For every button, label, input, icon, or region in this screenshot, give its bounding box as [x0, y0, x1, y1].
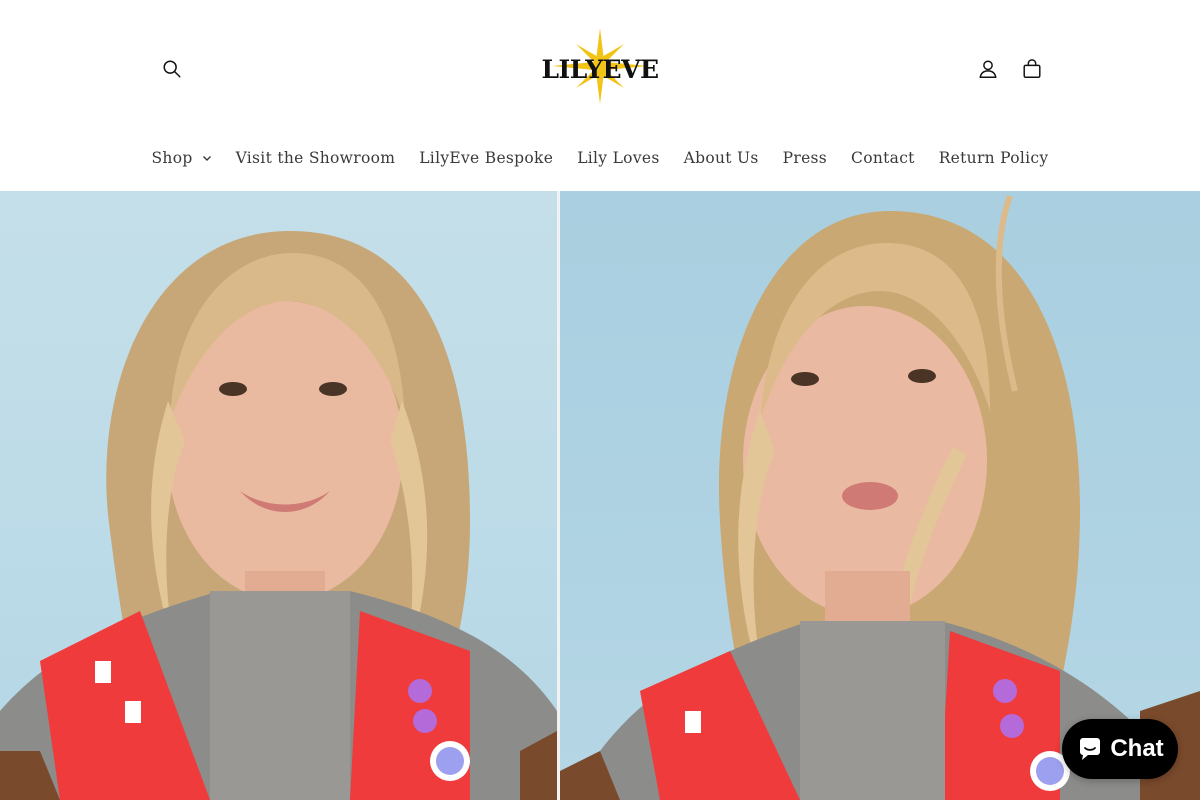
site-header: LILYEVE Shop Visit the Showroom LilyEve …: [0, 0, 1200, 191]
hero-image-left[interactable]: [0, 191, 557, 800]
model-photo-left: [0, 231, 557, 800]
nav-item-contact[interactable]: Contact: [839, 149, 927, 167]
nav-item-label: Contact: [851, 149, 915, 167]
nav-item-label: Press: [782, 149, 828, 167]
hero-banner: [0, 191, 1200, 800]
cart-button[interactable]: [1010, 47, 1054, 91]
nav-item-about-us[interactable]: About Us: [672, 149, 771, 167]
model-photo-right: [560, 194, 1200, 800]
nav-item-press[interactable]: Press: [771, 149, 839, 167]
nav-item-lilyeve-bespoke[interactable]: LilyEve Bespoke: [407, 149, 565, 167]
chat-button[interactable]: Chat: [1062, 719, 1178, 779]
account-icon: [979, 60, 997, 78]
nav-item-label: Shop: [151, 149, 193, 167]
chat-bubble-icon: [1080, 738, 1101, 760]
nav-item-return-policy[interactable]: Return Policy: [927, 149, 1061, 167]
lilyeve-logo[interactable]: LILYEVE: [528, 28, 672, 104]
chat-label: Chat: [1110, 735, 1164, 762]
nav-item-visit-the-showroom[interactable]: Visit the Showroom: [224, 149, 408, 167]
nav-item-label: Return Policy: [938, 149, 1049, 167]
nav-item-label: Lily Loves: [577, 149, 660, 167]
nav-item-label: About Us: [683, 149, 759, 167]
nav-item-label: Visit the Showroom: [235, 149, 396, 167]
search-button[interactable]: [150, 47, 194, 91]
main-navigation: Shop Visit the Showroom LilyEve Bespoke …: [0, 138, 1200, 178]
nav-item-shop[interactable]: Shop: [140, 149, 224, 167]
cart-icon: [1023, 59, 1041, 78]
chevron-down-icon: [202, 156, 211, 161]
logo-text: LILYEVE: [541, 55, 658, 84]
hero-image-right[interactable]: [560, 191, 1200, 800]
search-icon: [163, 60, 181, 78]
nav-item-label: LilyEve Bespoke: [419, 149, 554, 167]
account-button[interactable]: [966, 47, 1010, 91]
nav-item-lily-loves[interactable]: Lily Loves: [565, 149, 671, 167]
